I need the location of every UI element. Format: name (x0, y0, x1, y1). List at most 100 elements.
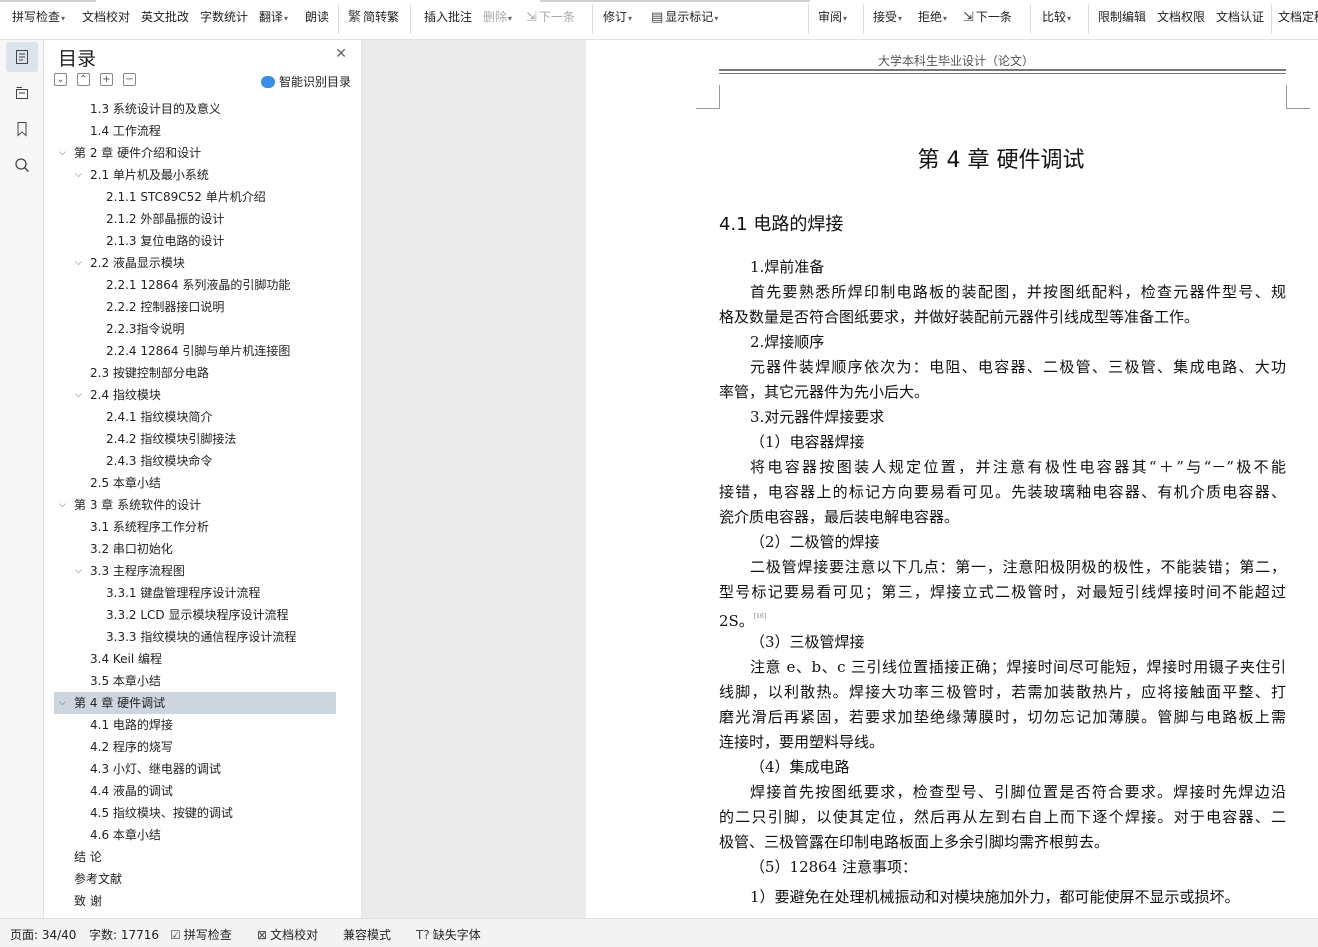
chevron-down-icon[interactable]: ⌵ (59, 494, 69, 516)
toc-item[interactable]: 结 论 (54, 846, 336, 868)
accept-button[interactable]: 接受▾ (873, 7, 902, 27)
toc-item[interactable]: 3.1 系统程序工作分析 (54, 516, 336, 538)
show-markup-button[interactable]: ▤ 显示标记▾ (651, 7, 718, 27)
delete-comment-button[interactable]: 删除▾ (483, 7, 512, 27)
translate-button[interactable]: 翻译▾ (259, 7, 288, 27)
toc-item[interactable]: 3.5 本章小结 (54, 670, 336, 692)
toc-item[interactable]: 3.2 串口初始化 (54, 538, 336, 560)
toc-item[interactable]: 4.3 小灯、继电器的调试 (54, 758, 336, 780)
chevron-down-icon[interactable]: ⌵ (75, 384, 85, 406)
toc-item[interactable]: 1.4 工作流程 (54, 120, 336, 142)
close-icon[interactable]: ✕ (335, 46, 347, 62)
bookmark-nav-button[interactable] (6, 114, 38, 144)
toc-item[interactable]: 参考文献 (54, 868, 336, 890)
toc-item[interactable]: 3.3.2 LCD 显示模块程序设计流程 (54, 604, 336, 626)
paragraph-text: 二极管焊接要注意以下几点：第一，注意阳极阴极的极性，不能装错；第二， (750, 558, 1286, 576)
toc-item[interactable]: ⌵ 第 3 章 系统软件的设计 (54, 494, 336, 516)
review-pane-button[interactable]: 审阅▾ (818, 7, 847, 27)
spell-check-status[interactable]: ☑ 拼写检查 (170, 926, 232, 943)
english-review-button[interactable]: 英文批改 (141, 7, 189, 27)
toc-item-label: 第 4 章 硬件调试 (74, 696, 166, 710)
word-count-button[interactable]: 字数统计 (200, 7, 248, 27)
toc-item-label: 3.1 系统程序工作分析 (90, 520, 209, 534)
doc-cert-button[interactable]: 文档认证 (1216, 7, 1264, 27)
toc-item[interactable]: 2.4.2 指纹模块引脚接法 (54, 428, 336, 450)
paragraph-line: 元器件装焊顺序依次为：电阻、电容器、二极管、三极管、集成电路、大功 (719, 357, 1286, 377)
paragraph-line: 将电容器按图装人规定位置，并注意有极性电容器其“＋”与“－”极不能 (719, 457, 1286, 477)
toc-item[interactable]: 4.2 程序的烧写 (54, 736, 336, 758)
toc-item[interactable]: 2.2.2 控制器接口说明 (54, 296, 336, 318)
doc-permission-button[interactable]: 文档权限 (1157, 7, 1205, 27)
track-changes-button[interactable]: 修订▾ (603, 7, 632, 27)
toc-item[interactable]: 2.4.3 指纹模块命令 (54, 450, 336, 472)
word-count-indicator[interactable]: 字数: 17716 (89, 926, 159, 943)
read-aloud-button[interactable]: 朗读 (305, 7, 329, 27)
simp-trad-button[interactable]: 繁简转繁 (348, 7, 399, 27)
toc-item[interactable]: 2.3 按键控制部分电路 (54, 362, 336, 384)
chapter-icon (16, 87, 28, 99)
toc-item[interactable]: 2.5 本章小结 (54, 472, 336, 494)
toc-item[interactable]: 3.3.1 键盘管理程序设计流程 (54, 582, 336, 604)
toc-item[interactable]: 4.1 电路的焊接 (54, 714, 336, 736)
chevron-down-icon[interactable]: ⌵ (75, 560, 85, 582)
toc-item[interactable]: 2.1.3 复位电路的设计 (54, 230, 336, 252)
smart-toc-button[interactable]: 智能识别目录 (260, 73, 351, 90)
toc-item[interactable]: 4.5 指纹模块、按键的调试 (54, 802, 336, 824)
paragraph-line: 瓷介质电容器，最后装电解电容器。 (719, 507, 1286, 527)
toc-panel-button[interactable] (6, 42, 38, 72)
insert-comment-button[interactable]: 插入批注 (424, 7, 472, 27)
paragraph-text: 1.焊前准备 (750, 258, 825, 276)
toc-item[interactable]: 2.2.4 12864 引脚与单片机连接图 (54, 340, 336, 362)
toc-item-selected[interactable]: ⌵ 第 4 章 硬件调试 (54, 692, 336, 714)
paragraph-text: 线脚，以利散热。焊接大功率三极管时，若需加装散热片，应将接触面平整、打 (719, 683, 1286, 701)
paragraph-text: 2S。 (719, 612, 754, 630)
toc-item[interactable]: 2.1.2 外部晶振的设计 (54, 208, 336, 230)
reject-button[interactable]: 拒绝▾ (918, 7, 947, 27)
toc-item[interactable]: 3.3.3 指纹模块的通信程序设计流程 (54, 626, 336, 648)
document-page[interactable]: 大学本科生毕业设计（论文） 第 4 章 硬件调试 4.1 电路的焊接 1.焊前准… (586, 40, 1318, 918)
chapter-nav-button[interactable] (6, 78, 38, 108)
expand-up-icon[interactable]: ⌃ (77, 73, 90, 86)
search-icon (15, 158, 30, 173)
toc-item[interactable]: 2.1.1 STC89C52 单片机介绍 (54, 186, 336, 208)
chevron-down-icon[interactable]: ⌵ (59, 142, 69, 164)
toc-item[interactable]: 4.6 本章小结 (54, 824, 336, 846)
next-change-button[interactable]: ⇲ 下一条 (963, 7, 1012, 27)
spell-check-button[interactable]: 拼写检查▾ (12, 7, 65, 27)
restrict-edit-button[interactable]: 限制编辑 (1098, 7, 1146, 27)
toc-item[interactable]: ⌵ 3.3 主程序流程图 (54, 560, 336, 582)
citation-ref[interactable]: [16] (754, 613, 766, 620)
toc-item[interactable]: 3.4 Keil 编程 (54, 648, 336, 670)
compat-mode-status[interactable]: 兼容模式 (343, 926, 391, 943)
toc-item[interactable]: ⌵ 2.2 液晶显示模块 (54, 252, 336, 274)
chevron-down-icon[interactable]: ⌵ (75, 164, 85, 186)
chevron-down-icon[interactable]: ⌵ (59, 692, 69, 714)
next-comment-button[interactable]: ⇲ 下一条 (526, 7, 575, 27)
header-rule (719, 73, 1286, 74)
paragraph-text: 型号标记要易看可见；第三，焊接立式二极管时，对最短引线焊接时间不能超过 (719, 583, 1286, 601)
doc-proof-status[interactable]: ⊠ 文档校对 (257, 926, 318, 943)
toc-item[interactable]: 4.4 液晶的调试 (54, 780, 336, 802)
search-nav-button[interactable] (6, 150, 38, 180)
toc-item[interactable]: ⌵ 2.1 单片机及最小系统 (54, 164, 336, 186)
compare-button[interactable]: 比较▾ (1042, 7, 1071, 27)
toc-item-label: 2.1.3 复位电路的设计 (106, 234, 225, 248)
proof-status-label: 文档校对 (270, 928, 319, 942)
toc-item[interactable]: 2.2.1 12864 系列液晶的引脚功能 (54, 274, 336, 296)
chevron-down-icon[interactable]: ⌵ (75, 252, 85, 274)
page-indicator[interactable]: 页面: 34/40 (10, 926, 76, 943)
add-heading-icon[interactable]: + (100, 73, 113, 86)
toc-item[interactable]: 1.3 系统设计目的及意义 (54, 98, 336, 120)
doc-proof-button[interactable]: 文档校对 (82, 7, 130, 27)
toc-item[interactable]: 2.4.1 指纹模块简介 (54, 406, 336, 428)
collapse-all-icon[interactable]: ⌄ (54, 73, 67, 86)
compare-label: 比较 (1042, 10, 1067, 24)
missing-font-status[interactable]: T? 缺失字体 (416, 926, 481, 943)
toc-item[interactable]: 2.2.3指令说明 (54, 318, 336, 340)
toc-item[interactable]: ⌵ 第 2 章 硬件介绍和设计 (54, 142, 336, 164)
remove-heading-icon[interactable]: − (123, 73, 136, 86)
doc-final-button[interactable]: 文档定稿 (1278, 7, 1318, 27)
toc-item[interactable]: 致 谢 (54, 890, 336, 912)
toc-item[interactable]: ⌵ 2.4 指纹模块 (54, 384, 336, 406)
document-area[interactable]: 大学本科生毕业设计（论文） 第 4 章 硬件调试 4.1 电路的焊接 1.焊前准… (362, 40, 1318, 918)
